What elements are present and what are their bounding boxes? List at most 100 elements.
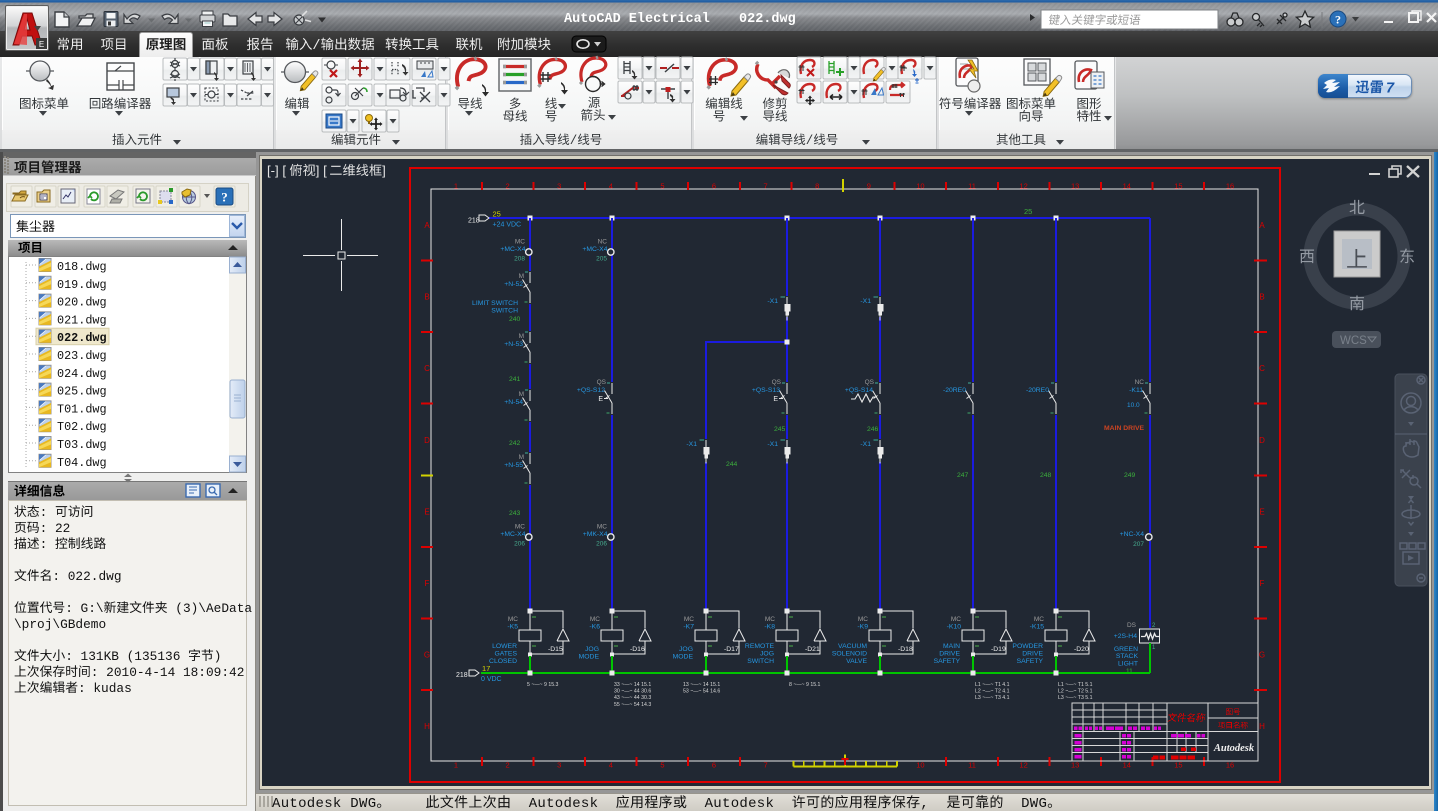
svg-text:13 ~—~ 14 15.1: 13 ~—~ 14 15.1: [683, 682, 720, 688]
svg-text:JOG: JOG: [679, 646, 693, 653]
svg-text:+N-52: +N-52: [504, 281, 523, 288]
svg-text:15: 15: [1174, 182, 1182, 191]
svg-text:+QS-S12: +QS-S12: [577, 387, 605, 394]
svg-text:1: 1: [454, 182, 458, 191]
svg-text:DRIVE: DRIVE: [939, 650, 960, 657]
svg-text:-K8: -K8: [764, 624, 775, 631]
svg-text:2: 2: [506, 761, 510, 770]
svg-text:: 2010-4-14 18:09:42: : 2010-4-14 18:09:42: [91, 665, 245, 680]
svg-text:[-] [: [-] [: [267, 163, 286, 178]
svg-text:248: 248: [1040, 472, 1052, 479]
svg-text:30 ~—~ 44 30.6: 30 ~—~ 44 30.6: [614, 689, 651, 695]
svg-text:-K10: -K10: [947, 624, 962, 631]
svg-text:43 ~—~ 44 30.3: 43 ~—~ 44 30.3: [614, 695, 651, 701]
svg-text:REMOTE: REMOTE: [745, 643, 775, 650]
svg-text:G: G: [424, 651, 430, 660]
svg-text:E: E: [1259, 507, 1264, 516]
svg-text:-K5: -K5: [507, 624, 518, 631]
svg-text:16: 16: [1226, 182, 1234, 191]
svg-text:MAIN: MAIN: [943, 643, 960, 650]
svg-text:G: G: [1259, 651, 1265, 660]
svg-text:247: 247: [957, 472, 969, 479]
svg-text:] [: ] [: [316, 163, 327, 178]
svg-text:-K6: -K6: [589, 624, 600, 631]
svg-text:L3 ~—~ T3 5.1: L3 ~—~ T3 5.1: [1058, 695, 1093, 701]
svg-text:25: 25: [1024, 207, 1032, 216]
svg-text:M: M: [519, 391, 524, 398]
svg-text:]: ]: [382, 163, 386, 178]
svg-text:AutoCAD Electrical: AutoCAD Electrical: [564, 12, 710, 27]
svg-text:14: 14: [1123, 182, 1131, 191]
svg-text:022.dwg: 022.dwg: [57, 331, 107, 345]
svg-text:VALVE: VALVE: [846, 658, 867, 665]
svg-text:024.dwg: 024.dwg: [57, 367, 107, 381]
svg-text:7: 7: [764, 182, 768, 191]
svg-text:205: 205: [596, 256, 607, 263]
svg-text:218: 218: [468, 218, 480, 225]
svg-text:11: 11: [968, 761, 976, 770]
svg-text:-D15: -D15: [548, 646, 563, 653]
svg-text:-X1: -X1: [686, 441, 697, 448]
svg-text:D: D: [1259, 436, 1265, 445]
svg-text:+MC-X4: +MC-X4: [500, 246, 525, 253]
svg-text:VACUUM: VACUUM: [838, 643, 867, 650]
svg-text:(3)\AeData: (3)\AeData: [168, 601, 253, 616]
svg-text:021.dwg: 021.dwg: [57, 313, 107, 327]
svg-text:14: 14: [1123, 761, 1131, 770]
svg-text:T04.dwg: T04.dwg: [57, 456, 107, 470]
svg-text:022.dwg: 022.dwg: [739, 12, 796, 27]
svg-text:/: /: [312, 39, 320, 54]
svg-text:A: A: [1259, 221, 1265, 230]
svg-text:F: F: [1260, 579, 1265, 588]
svg-text:241: 241: [509, 376, 521, 383]
svg-text:023.dwg: 023.dwg: [57, 349, 107, 363]
svg-text:+MC-X4: +MC-X4: [582, 246, 607, 253]
svg-text:+N-54: +N-54: [504, 399, 523, 406]
svg-text:MC: MC: [1034, 616, 1044, 623]
svg-text:244: 244: [726, 461, 738, 468]
svg-text:H: H: [424, 722, 430, 731]
svg-text:245: 245: [774, 426, 786, 433]
svg-text:020.dwg: 020.dwg: [57, 296, 107, 310]
svg-text:2: 2: [1152, 623, 1156, 629]
svg-text:207: 207: [1133, 541, 1144, 548]
svg-text:4: 4: [609, 761, 613, 770]
svg-text:+NC-X4: +NC-X4: [1120, 531, 1145, 538]
svg-text:17: 17: [482, 664, 490, 673]
svg-text:M: M: [519, 333, 524, 340]
svg-text:SAFETY: SAFETY: [934, 658, 961, 665]
svg-text:SWITCH: SWITCH: [747, 658, 774, 665]
svg-text:JOG: JOG: [585, 646, 599, 653]
svg-text:WCS: WCS: [1340, 335, 1367, 347]
svg-text:MC: MC: [508, 616, 518, 623]
svg-text:-D19: -D19: [991, 646, 1006, 653]
svg-text:/: /: [570, 134, 578, 148]
svg-text:: 22: : 22: [40, 521, 71, 536]
svg-text:16: 16: [1226, 761, 1234, 770]
svg-text:13: 13: [1071, 761, 1079, 770]
svg-text:242: 242: [509, 440, 521, 447]
svg-text:Autodesk: Autodesk: [687, 796, 791, 811]
svg-text:018.dwg: 018.dwg: [57, 260, 107, 274]
svg-text:JOG: JOG: [760, 650, 774, 657]
svg-text:: kudas: : kudas: [78, 681, 132, 696]
svg-text:QS: QS: [597, 379, 607, 386]
svg-text:Autodesk: Autodesk: [511, 796, 615, 811]
svg-text:): ): [214, 649, 222, 664]
svg-text:: 131KB (135136: : 131KB (135136: [65, 649, 188, 664]
svg-text:0 VDC: 0 VDC: [481, 676, 502, 683]
svg-text:33 ~—~ 14 15.1: 33 ~—~ 14 15.1: [614, 682, 651, 688]
svg-text:25: 25: [493, 210, 501, 219]
svg-text:206: 206: [596, 541, 607, 548]
svg-text:240: 240: [509, 316, 521, 323]
svg-text:MC: MC: [951, 616, 961, 623]
svg-text:+MC-X4: +MC-X4: [500, 531, 525, 538]
svg-text:POWDER: POWDER: [1012, 643, 1043, 650]
svg-text:-X1: -X1: [767, 298, 778, 305]
svg-text:025.dwg: 025.dwg: [57, 385, 107, 399]
svg-text:F: F: [425, 579, 430, 588]
svg-text:-D16: -D16: [630, 646, 645, 653]
svg-text:A: A: [424, 221, 430, 230]
svg-text:+24 VDC: +24 VDC: [493, 222, 522, 229]
svg-text:6: 6: [712, 182, 716, 191]
